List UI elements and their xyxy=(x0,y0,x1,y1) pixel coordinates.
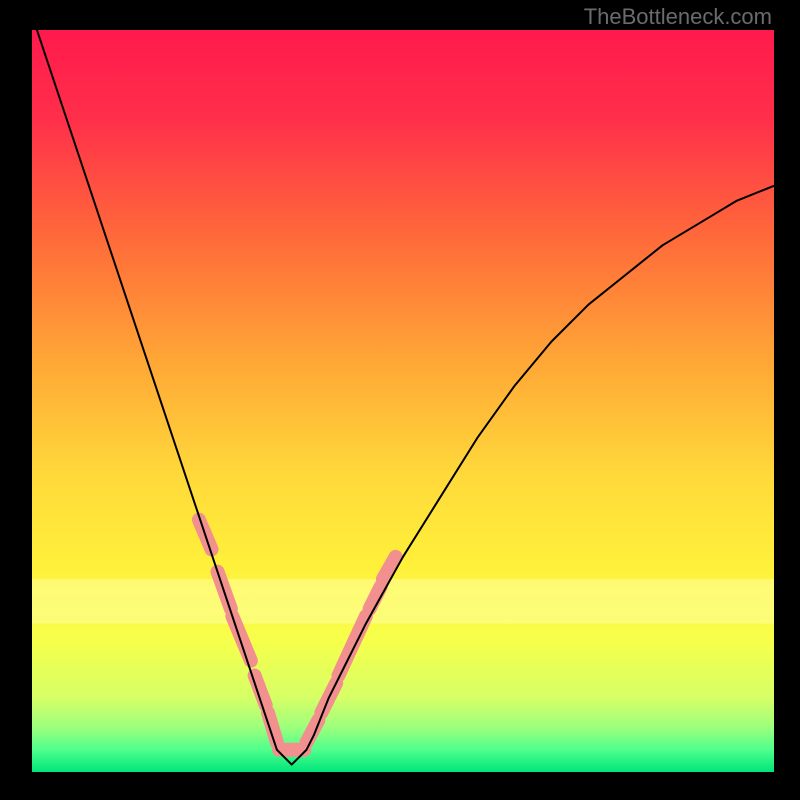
gradient-background xyxy=(32,30,774,772)
watermark-text: TheBottleneck.com xyxy=(584,4,772,30)
chart-svg xyxy=(32,30,774,772)
chart-frame: TheBottleneck.com xyxy=(0,0,800,800)
pale-yellow-band xyxy=(32,579,774,624)
plot-area xyxy=(32,30,774,772)
